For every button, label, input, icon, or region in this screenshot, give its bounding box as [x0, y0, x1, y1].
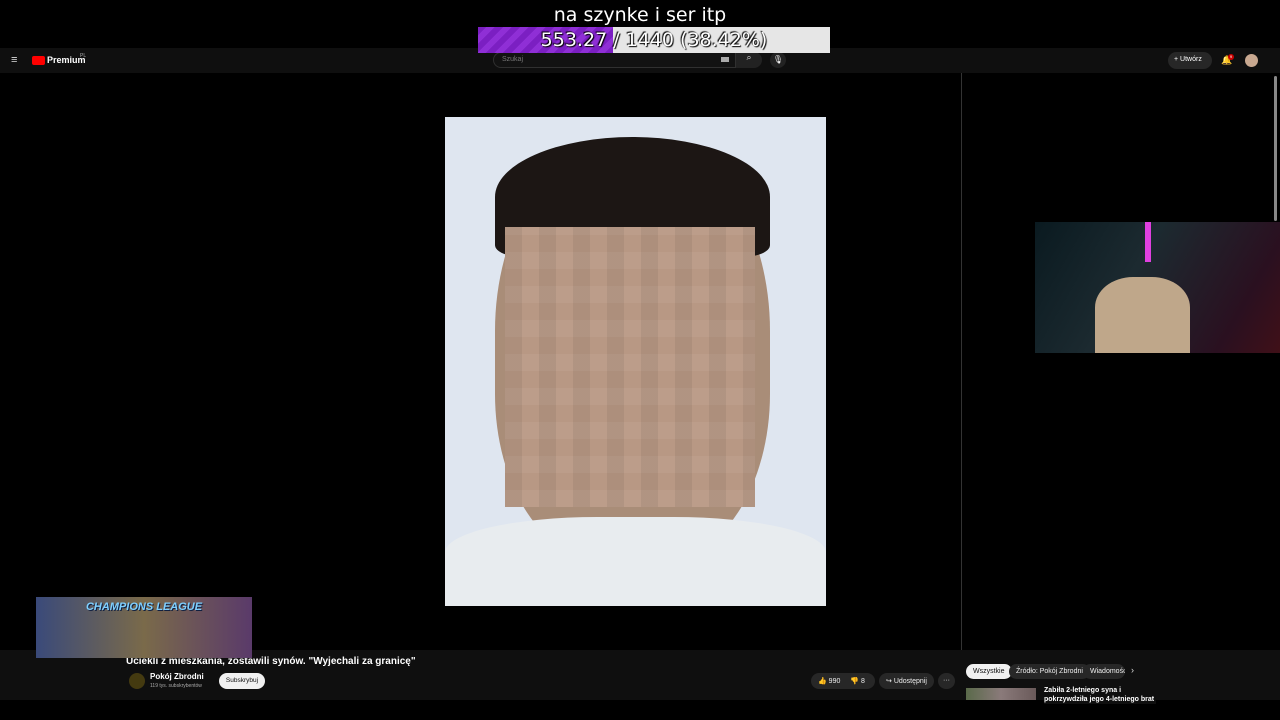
notification-badge: 9 [1228, 54, 1234, 60]
subscriber-count: 119 tys. subskrybentów [150, 683, 202, 689]
divider [961, 73, 962, 650]
chevron-right-icon[interactable]: › [1131, 665, 1134, 675]
donation-goal-bar: 553.27 / 1440 (38.42%) [478, 27, 830, 53]
more-actions-button[interactable]: ··· [938, 673, 955, 689]
neon-light [1145, 222, 1151, 262]
like-count: 990 [828, 678, 841, 685]
dislike-count: 8 [860, 678, 865, 685]
share-label: Udostępnij [893, 678, 927, 685]
dislike-button[interactable]: 👎 8 [850, 678, 865, 685]
chip-news[interactable]: Wiadomości [1083, 664, 1125, 679]
related-title[interactable]: Zabiła 2-letniego syna i pokrzywdziła jeg… [1044, 686, 1157, 704]
related-title-line1: Zabiła 2-letniego syna i [1044, 687, 1122, 694]
channel-avatar[interactable] [129, 673, 145, 689]
menu-icon[interactable]: ≡ [11, 54, 17, 66]
game-overlay: CHAMPIONS LEAGUE [36, 597, 252, 658]
donation-goal-text: 553.27 / 1440 (38.42%) [478, 29, 830, 51]
create-button[interactable]: + Utwórz [1168, 52, 1212, 69]
mic-icon[interactable]: 🎙 [770, 52, 786, 68]
brand-region: PL [80, 53, 87, 59]
related-thumbnail[interactable] [966, 688, 1036, 700]
donation-goal-title: na szynke i ser itp [553, 4, 727, 26]
chip-source[interactable]: Źródło: Pokój Zbrodni [1009, 664, 1090, 679]
goal-current: 553.27 [540, 29, 608, 51]
video-frame[interactable] [445, 117, 826, 606]
chip-all[interactable]: Wszystkie [966, 664, 1012, 679]
pixelation [505, 227, 755, 507]
shirt [445, 517, 826, 606]
avatar[interactable] [1245, 54, 1258, 67]
search-button[interactable]: ⌕ [736, 52, 762, 68]
share-icon: ↪ [886, 678, 894, 685]
scrollbar[interactable] [1274, 76, 1277, 221]
channel-name[interactable]: Pokój Zbrodni [150, 672, 204, 681]
create-label: Utwórz [1180, 56, 1202, 63]
webcam-overlay [1035, 222, 1280, 353]
keyboard-icon[interactable] [721, 57, 729, 62]
youtube-logo-icon[interactable] [32, 56, 45, 65]
subscribe-button[interactable]: Subskrybuj [219, 673, 265, 689]
search-icon: ⌕ [746, 52, 752, 62]
like-dislike-group: 👍 990 👎 8 [811, 673, 875, 689]
search-input[interactable]: Szukaj [493, 52, 736, 68]
related-title-line2: pokrzywdziła jego 4-letniego brat [1044, 696, 1155, 703]
share-button[interactable]: ↪ Udostępnij [879, 673, 934, 689]
streamer [1095, 277, 1190, 353]
like-button[interactable]: 👍 990 [818, 678, 840, 685]
game-overlay-label: CHAMPIONS LEAGUE [85, 601, 203, 613]
goal-rest: / 1440 (38.42%) [607, 29, 768, 51]
